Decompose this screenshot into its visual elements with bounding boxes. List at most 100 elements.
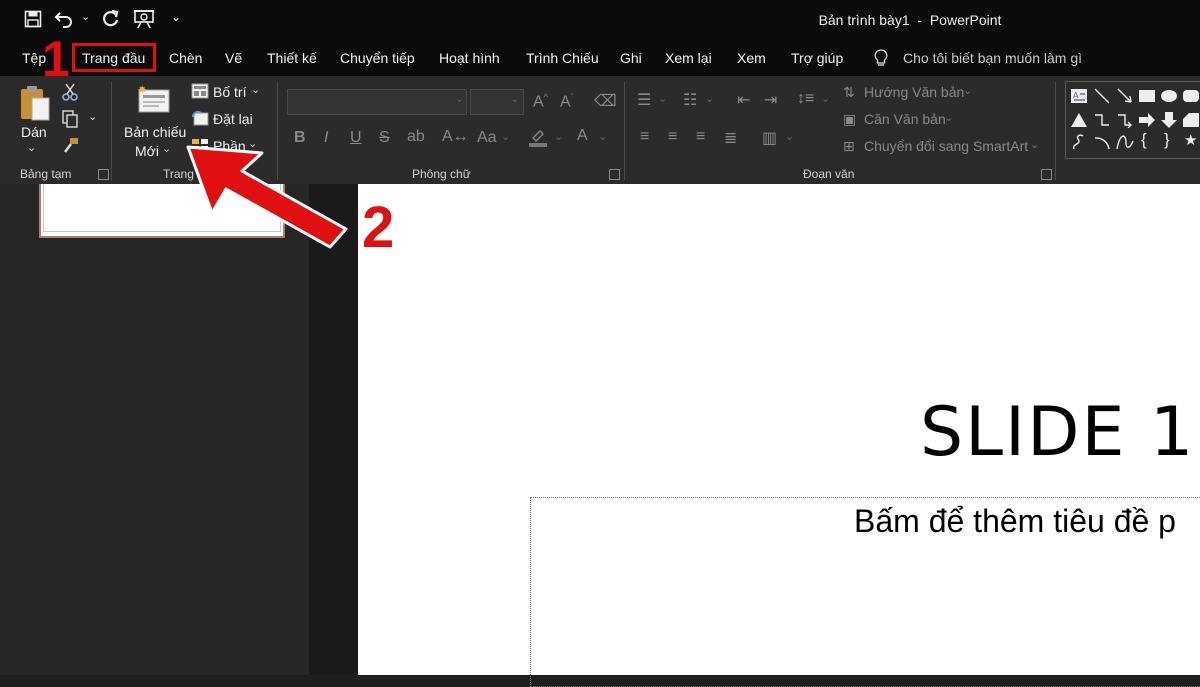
increase-indent-icon[interactable]: ⇥ bbox=[764, 90, 777, 110]
layout-icon[interactable] bbox=[191, 83, 209, 104]
copy-icon[interactable] bbox=[61, 109, 79, 134]
decrease-indent-icon[interactable]: ⇤ bbox=[737, 90, 750, 110]
subtitle-placeholder-text[interactable]: Bấm để thêm tiêu đề p bbox=[854, 503, 1176, 540]
step-1-label: 1 bbox=[42, 31, 70, 87]
new-slide-icon[interactable]: ✸ bbox=[136, 84, 172, 121]
align-center-icon[interactable]: ≡ bbox=[668, 128, 677, 146]
layout-button[interactable]: Bố trí bbox=[213, 84, 246, 100]
separator bbox=[111, 82, 112, 180]
elbow-connector-icon[interactable] bbox=[1093, 112, 1111, 133]
bullets-dropdown-icon[interactable]: ⌄ bbox=[658, 92, 667, 105]
change-case-button[interactable]: Aa bbox=[477, 129, 497, 147]
font-color-icon[interactable]: A bbox=[577, 127, 588, 145]
text-direction-button[interactable]: Hướng Văn bản bbox=[864, 84, 964, 100]
customize-icon[interactable]: ⌄ bbox=[171, 10, 181, 24]
paste-dropdown-icon[interactable]: ⌄ bbox=[27, 141, 36, 154]
font-size-dropdown-icon[interactable]: ⌄ bbox=[510, 92, 519, 105]
step-2-label: 2 bbox=[362, 195, 395, 260]
undo-dropdown-icon[interactable]: ⌄ bbox=[81, 10, 90, 23]
align-right-icon[interactable]: ≡ bbox=[696, 128, 705, 146]
rounded-rect-icon[interactable] bbox=[1182, 89, 1200, 108]
text-direction-icon[interactable]: ⇅ bbox=[843, 84, 855, 101]
font-launcher-icon[interactable] bbox=[609, 169, 620, 180]
font-name-dropdown-icon[interactable]: ⌄ bbox=[455, 92, 464, 105]
clear-format-icon[interactable]: ⌫ bbox=[594, 91, 617, 111]
smartart-icon[interactable]: ⊞ bbox=[843, 138, 855, 155]
paste-icon[interactable] bbox=[18, 84, 52, 129]
format-painter-icon[interactable] bbox=[62, 136, 80, 159]
star-icon[interactable]: ★ bbox=[1184, 131, 1197, 149]
highlight-dropdown-icon[interactable]: ⌄ bbox=[554, 130, 563, 143]
tab-transitions[interactable]: Chuyển tiếp bbox=[340, 50, 415, 66]
align-left-icon[interactable]: ≡ bbox=[640, 128, 649, 146]
layout-dropdown-icon[interactable]: ⌄ bbox=[251, 83, 260, 96]
svg-text:✸: ✸ bbox=[138, 85, 146, 96]
tell-me-search[interactable]: Cho tôi biết bạn muốn làm gì bbox=[903, 50, 1082, 66]
strikethrough-button[interactable]: S bbox=[379, 129, 390, 147]
tab-insert[interactable]: Chèn bbox=[169, 50, 202, 66]
pane-splitter[interactable] bbox=[309, 184, 358, 675]
arc-icon[interactable] bbox=[1093, 133, 1111, 156]
shape-icon[interactable] bbox=[1182, 112, 1200, 133]
font-color-dropdown-icon[interactable]: ⌄ bbox=[598, 130, 607, 143]
slide-title[interactable]: SLIDE 1 bbox=[920, 393, 1195, 472]
tab-record[interactable]: Ghi bbox=[620, 50, 642, 66]
freeform-icon[interactable] bbox=[1070, 133, 1088, 156]
tab-slideshow[interactable]: Trình Chiếu bbox=[526, 50, 599, 66]
annotation-arrow-icon bbox=[186, 145, 348, 249]
columns-dropdown-icon[interactable]: ⌄ bbox=[785, 130, 794, 143]
justify-icon[interactable]: ≣ bbox=[724, 128, 737, 148]
numbering-icon[interactable]: ☷ bbox=[683, 90, 697, 110]
char-spacing-icon[interactable]: A↔ bbox=[442, 128, 469, 146]
tab-review[interactable]: Xem lại bbox=[665, 50, 712, 66]
paragraph-launcher-icon[interactable] bbox=[1041, 169, 1052, 180]
tab-animations[interactable]: Hoạt hình bbox=[439, 50, 500, 66]
save-icon[interactable] bbox=[22, 8, 44, 30]
triangle-icon[interactable] bbox=[1070, 112, 1088, 133]
tab-design[interactable]: Thiết kế bbox=[267, 50, 317, 66]
shadow-icon[interactable]: ab bbox=[407, 128, 425, 146]
elbow-arrow-icon[interactable] bbox=[1116, 112, 1134, 133]
undo-icon[interactable] bbox=[54, 8, 76, 30]
rectangle-icon[interactable] bbox=[1138, 89, 1156, 108]
tab-help[interactable]: Trợ giúp bbox=[791, 50, 843, 66]
tab-draw[interactable]: Vẽ bbox=[225, 50, 242, 66]
paragraph-group-label: Đoạn văn bbox=[803, 167, 855, 181]
line-icon[interactable] bbox=[1093, 87, 1111, 110]
tab-view[interactable]: Xem bbox=[737, 50, 766, 66]
left-brace-icon[interactable]: { bbox=[1141, 130, 1147, 150]
smartart-dropdown-icon[interactable]: ⌄ bbox=[1030, 138, 1039, 151]
change-case-dropdown-icon[interactable]: ⌄ bbox=[501, 130, 510, 143]
arrow-line-icon[interactable] bbox=[1116, 87, 1134, 110]
redo-icon[interactable] bbox=[100, 8, 122, 30]
grow-font-icon[interactable]: A^ bbox=[533, 92, 548, 111]
curve-icon[interactable] bbox=[1116, 133, 1134, 156]
new-slide-label-line2[interactable]: Mới bbox=[135, 143, 159, 159]
bullets-icon[interactable]: ☰ bbox=[637, 90, 651, 110]
align-text-button[interactable]: Căn Văn bản bbox=[864, 111, 946, 127]
text-box-icon[interactable]: A bbox=[1070, 88, 1088, 109]
svg-text:A: A bbox=[1073, 91, 1079, 100]
align-text-icon[interactable]: ▣ bbox=[843, 111, 856, 128]
paste-button-label[interactable]: Dán bbox=[21, 124, 47, 140]
present-icon[interactable] bbox=[133, 8, 155, 30]
highlight-icon[interactable] bbox=[527, 126, 549, 153]
line-spacing-icon[interactable]: ↕≡ bbox=[797, 90, 814, 108]
font-group-label: Phông chữ bbox=[412, 167, 471, 181]
clipboard-launcher-icon[interactable] bbox=[98, 169, 109, 180]
copy-dropdown-icon[interactable]: ⌄ bbox=[88, 110, 97, 123]
text-direction-dropdown-icon[interactable]: ⌄ bbox=[963, 84, 972, 97]
right-brace-icon[interactable]: } bbox=[1164, 130, 1170, 150]
align-text-dropdown-icon[interactable]: ⌄ bbox=[944, 111, 953, 124]
separator bbox=[1055, 82, 1056, 180]
reset-icon[interactable] bbox=[191, 110, 209, 131]
numbering-dropdown-icon[interactable]: ⌄ bbox=[705, 92, 714, 105]
convert-smartart-button[interactable]: Chuyển đổi sang SmartArt bbox=[864, 138, 1028, 154]
separator bbox=[624, 82, 625, 180]
font-name-input[interactable] bbox=[287, 89, 467, 115]
line-spacing-dropdown-icon[interactable]: ⌄ bbox=[821, 92, 830, 105]
oval-icon[interactable] bbox=[1160, 89, 1178, 108]
columns-icon[interactable]: ▥ bbox=[762, 128, 777, 148]
reset-button[interactable]: Đặt lại bbox=[213, 111, 253, 127]
shrink-font-icon[interactable]: Aˇ bbox=[560, 92, 574, 111]
